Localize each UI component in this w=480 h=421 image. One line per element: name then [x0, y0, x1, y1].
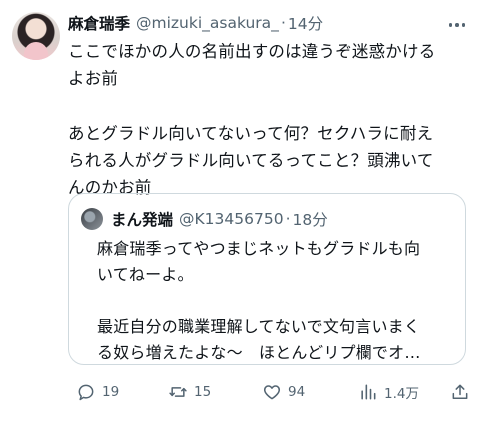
retweet-icon — [169, 387, 187, 397]
views-button[interactable]: 1.4万 — [358, 380, 419, 404]
quoted-tweet-header: まん発端 @K13456750 · 18分 — [81, 207, 453, 231]
like-button[interactable]: 94 — [262, 380, 305, 404]
quoted-author-avatar — [81, 208, 103, 230]
more-options-button[interactable] — [446, 14, 468, 36]
like-count: 94 — [288, 384, 306, 400]
tweet-text-line: られる人がグラドル向いてるってこと？頭沸いて — [68, 151, 434, 170]
quoted-text-line: る奴ら増えたよな〜 ほとんどリプ欄でオ… — [97, 343, 421, 362]
tweet-text-line: あとグラドル向いてないって何？セクハラに耐え — [68, 124, 434, 143]
author-handle[interactable]: @mizuki_asakura_ — [136, 14, 279, 32]
reply-count: 19 — [102, 384, 120, 400]
quoted-tweet-timestamp: 18分 — [292, 211, 328, 229]
share-button[interactable] — [450, 380, 470, 404]
views-bar-chart-icon — [361, 384, 376, 400]
quoted-text-line: 最近自分の職業理解してないで文句言いまく — [97, 317, 421, 336]
retweet-button[interactable]: 15 — [168, 380, 211, 404]
more-horizontal-icon-dot — [461, 23, 466, 27]
tweet-text-line: よお前 — [68, 69, 119, 88]
retweet-count: 15 — [194, 384, 212, 400]
author-avatar[interactable] — [12, 12, 60, 60]
more-horizontal-icon — [448, 23, 453, 27]
tweet-header: 麻倉瑞季 @mizuki_asakura_ · 14分 — [68, 12, 440, 34]
quoted-text-line: 麻倉瑞季ってやつまじネットもグラドルも向 — [97, 239, 421, 258]
quoted-text-line: いてねーよ。 — [97, 265, 194, 284]
quoted-author-name: まん発端 — [111, 211, 174, 229]
tweet-action-bar: 19 15 94 1.4万 — [76, 380, 468, 404]
more-horizontal-icon-dot — [455, 23, 459, 27]
tweet-text-line: ここでほかの人の名前出すのは違うぞ迷惑かける — [68, 42, 436, 61]
views-count: 1.4万 — [384, 386, 419, 402]
author-name[interactable]: 麻倉瑞季 — [68, 12, 130, 34]
quoted-author-handle: @K13456750 — [179, 210, 284, 228]
reply-button[interactable]: 19 — [76, 380, 119, 404]
reply-bubble-icon — [78, 384, 94, 401]
quoted-tweet-text: 麻倉瑞季ってやつまじネットもグラドルも向 いてねーよ。 最近自分の職業理解してな… — [97, 236, 447, 366]
quoted-header-separator: · — [285, 210, 291, 228]
header-separator: · — [280, 14, 286, 32]
tweet-timestamp[interactable]: 14分 — [288, 12, 323, 34]
quoted-tweet-card[interactable]: まん発端 @K13456750 · 18分 麻倉瑞季ってやつまじネットもグラドル… — [68, 193, 466, 365]
heart-icon — [263, 385, 281, 400]
share-upload-icon — [452, 384, 468, 399]
avatar-figure — [24, 42, 48, 60]
tweet-text: ここでほかの人の名前出すのは違うぞ迷惑かける よお前 あとグラドル向いてないって… — [68, 38, 468, 201]
